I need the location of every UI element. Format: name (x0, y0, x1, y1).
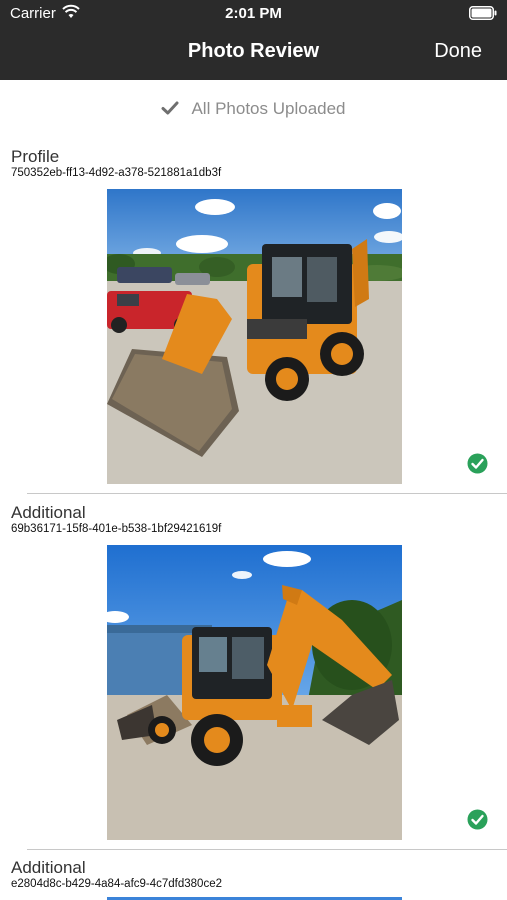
photo-id: 750352eb-ff13-4d92-a378-521881a1db3f (11, 167, 222, 179)
clock: 2:01 PM (225, 5, 282, 22)
photo-section-label: Additional (11, 858, 86, 877)
backhoe-loader-photo (107, 545, 402, 840)
section-divider (27, 493, 507, 494)
checkmark-icon (161, 101, 179, 115)
page-title: Photo Review (187, 40, 320, 62)
upload-status-text: All Photos Uploaded (191, 99, 346, 118)
battery-icon (469, 6, 497, 20)
photo-section-label: Profile (11, 147, 60, 166)
app-header: Carrier 2:01 PM Photo Review Done (0, 0, 507, 80)
photo-section-label: Additional (11, 503, 86, 522)
upload-status: All Photos Uploaded (0, 99, 507, 121)
upload-success-icon (467, 453, 488, 474)
photo-thumbnail-additional[interactable] (107, 545, 402, 840)
photo-id: 69b36171-15f8-401e-b538-1bf29421619f (11, 523, 222, 535)
backhoe-loader-photo (107, 189, 402, 484)
photo-thumbnail-profile[interactable] (107, 189, 402, 484)
upload-success-icon (467, 809, 488, 830)
done-button[interactable]: Done (434, 40, 482, 63)
status-bar: Carrier 2:01 PM (0, 0, 507, 28)
photo-id: e2804d8c-b429-4a84-afc9-4c7dfd380ce2 (11, 878, 222, 890)
section-divider (27, 849, 507, 850)
